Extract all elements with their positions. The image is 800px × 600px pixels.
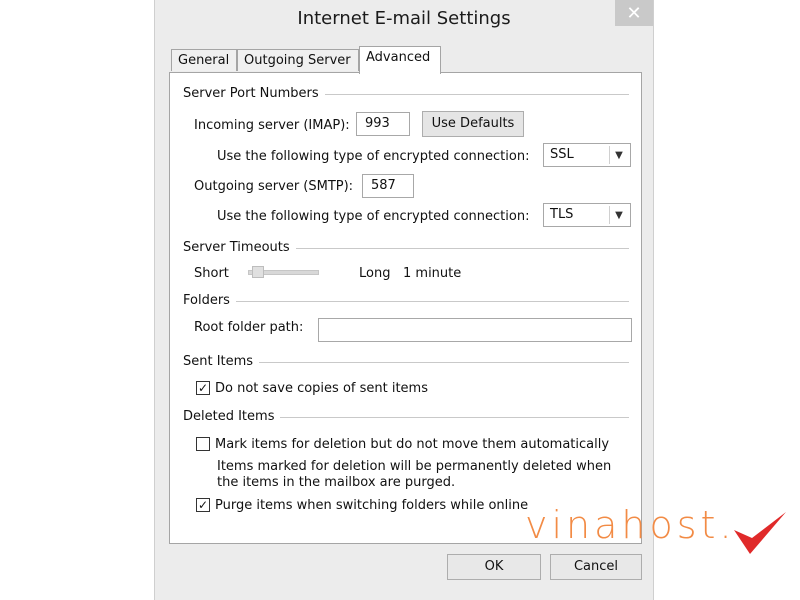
sent-items-section: Sent Items xyxy=(183,354,629,370)
chevron-down-icon: ▼ xyxy=(609,146,628,164)
outgoing-server-label: Outgoing server (SMTP): xyxy=(194,179,354,194)
root-folder-label: Root folder path: xyxy=(194,320,304,335)
server-ports-heading: Server Port Numbers xyxy=(183,86,325,101)
purge-items-checkbox[interactable]: ✓ xyxy=(196,498,210,512)
mark-for-deletion-label: Mark items for deletion but do not move … xyxy=(215,437,610,452)
timeout-long-label: Long xyxy=(359,266,391,281)
deletion-info-line1: Items marked for deletion will be perman… xyxy=(217,459,612,474)
dialog-title: Internet E-mail Settings xyxy=(297,8,511,29)
advanced-panel: Server Port Numbers Incoming server (IMA… xyxy=(169,72,642,544)
close-icon: ✕ xyxy=(626,2,642,24)
vinahost-watermark: vinahost. xyxy=(525,503,736,547)
folders-section: Folders xyxy=(183,293,629,309)
server-ports-section: Server Port Numbers xyxy=(183,86,629,102)
cancel-button[interactable]: Cancel xyxy=(550,554,642,580)
mark-for-deletion-checkbox[interactable] xyxy=(196,437,210,451)
tab-advanced[interactable]: Advanced xyxy=(359,46,441,74)
incoming-port-input[interactable]: 993 xyxy=(356,112,410,136)
watermark-check-icon xyxy=(734,512,786,554)
incoming-encryption-select[interactable]: SSL ▼ xyxy=(543,143,631,167)
outgoing-encryption-value: TLS xyxy=(550,207,574,222)
incoming-encryption-value: SSL xyxy=(550,147,574,162)
outgoing-encryption-select[interactable]: TLS ▼ xyxy=(543,203,631,227)
incoming-server-label: Incoming server (IMAP): xyxy=(194,118,350,133)
ok-button[interactable]: OK xyxy=(447,554,541,580)
deleted-items-heading: Deleted Items xyxy=(183,409,281,424)
tab-general[interactable]: General xyxy=(171,49,237,71)
use-defaults-button[interactable]: Use Defaults xyxy=(422,111,524,137)
deleted-items-section: Deleted Items xyxy=(183,409,629,425)
tab-outgoing-server[interactable]: Outgoing Server xyxy=(237,49,359,71)
timeout-value: 1 minute xyxy=(403,266,462,281)
close-button[interactable]: ✕ xyxy=(615,0,653,26)
server-timeouts-section: Server Timeouts xyxy=(183,240,629,256)
timeout-slider-thumb[interactable] xyxy=(252,266,264,278)
root-folder-input[interactable] xyxy=(318,318,632,342)
dont-save-copies-label: Do not save copies of sent items xyxy=(215,381,428,396)
incoming-encryption-label: Use the following type of encrypted conn… xyxy=(217,149,530,164)
deletion-info-line2: the items in the mailbox are purged. xyxy=(217,475,456,490)
folders-heading: Folders xyxy=(183,293,236,308)
sent-items-heading: Sent Items xyxy=(183,354,260,369)
outgoing-port-input[interactable]: 587 xyxy=(362,174,414,198)
outgoing-encryption-label: Use the following type of encrypted conn… xyxy=(217,209,530,224)
purge-items-label: Purge items when switching folders while… xyxy=(215,498,529,513)
timeout-short-label: Short xyxy=(194,266,229,281)
dont-save-copies-checkbox[interactable]: ✓ xyxy=(196,381,210,395)
server-timeouts-heading: Server Timeouts xyxy=(183,240,296,255)
chevron-down-icon: ▼ xyxy=(609,206,628,224)
